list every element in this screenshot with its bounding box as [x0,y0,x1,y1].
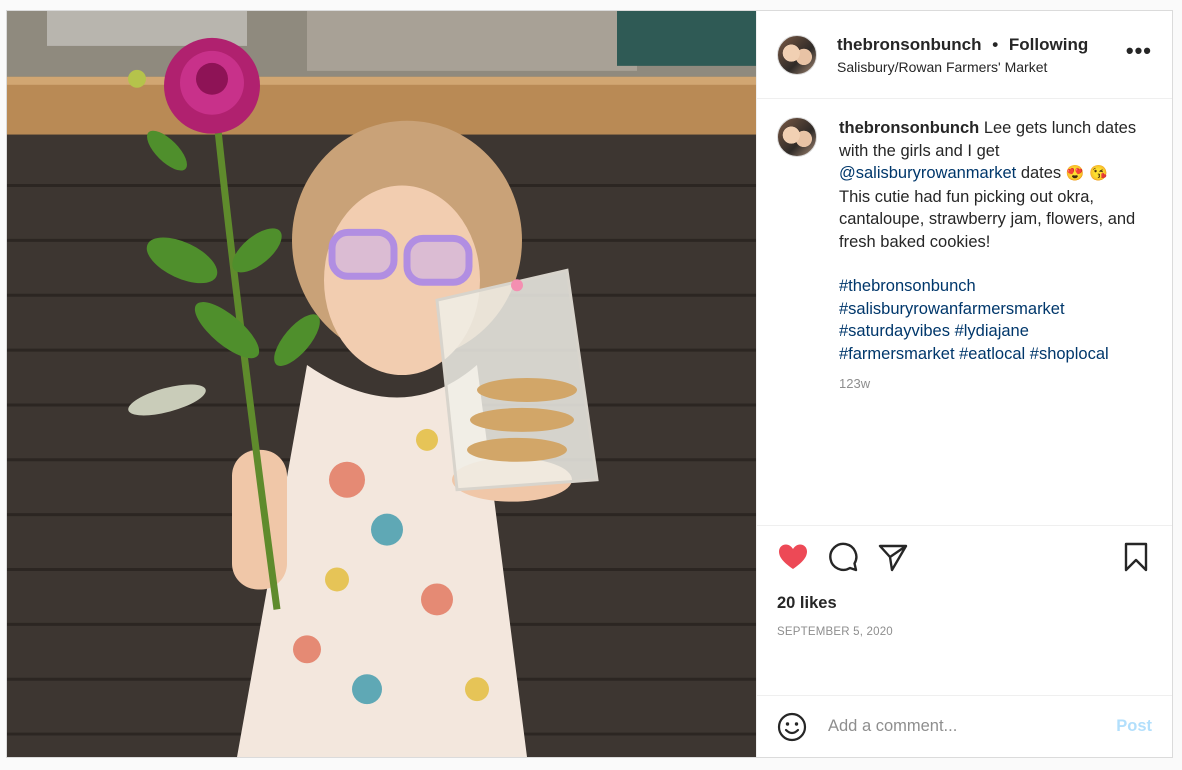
avatar[interactable] [777,117,817,157]
mention-link[interactable]: @salisburyrowanmarket [839,164,1016,182]
hashtag-link[interactable]: #salisburyrowanfarmersmarket [839,300,1065,318]
header-username[interactable]: thebronsonbunch [837,35,981,54]
caption-text: thebronsonbunch Lee gets lunch dates wit… [839,117,1139,253]
action-icons [777,540,1152,574]
comment-input[interactable] [826,716,1117,737]
caption-text-part: dates [1016,164,1066,182]
caption: thebronsonbunch Lee gets lunch dates wit… [839,117,1139,396]
caption-body: This cutie had fun picking out okra, can… [839,187,1136,251]
emoji-smile-icon[interactable] [777,712,807,742]
bookmark-icon[interactable] [1120,541,1152,573]
instagram-post: thebronsonbunch • Following Salisbury/Ro… [6,10,1173,758]
action-bar: 20 likes SEPTEMBER 5, 2020 [757,525,1172,695]
comment-icon[interactable] [827,541,859,573]
heart-eyes-emoji: 😍 [1065,165,1085,182]
comments-section: thebronsonbunch Lee gets lunch dates wit… [757,99,1172,525]
hashtag-link[interactable]: #shoplocal [1030,345,1109,363]
more-options-icon[interactable]: ••• [1124,38,1154,72]
kiss-emoji: 😘 [1089,165,1108,182]
hashtag-link[interactable]: #saturdayvibes [839,322,950,340]
likes-count[interactable]: 20 likes [777,594,1152,613]
share-icon[interactable] [877,541,909,573]
add-comment-bar: Post [757,695,1172,757]
header-line: thebronsonbunch • Following [837,35,1124,55]
avatar[interactable] [777,34,817,75]
header-text: thebronsonbunch • Following Salisbury/Ro… [837,35,1124,75]
heart-filled-icon[interactable] [777,541,809,573]
post-header: thebronsonbunch • Following Salisbury/Ro… [757,11,1172,99]
post-photo[interactable] [7,11,756,757]
separator-dot: • [992,34,999,54]
post-date: SEPTEMBER 5, 2020 [777,626,893,638]
hashtags: #thebronsonbunch #salisburyrowanfarmersm… [839,275,1139,365]
hashtag-link[interactable]: #farmersmarket [839,345,955,363]
post-details-panel: thebronsonbunch • Following Salisbury/Ro… [756,11,1172,757]
time-ago[interactable]: 123w [839,373,1139,396]
hashtag-link[interactable]: #thebronsonbunch [839,277,976,295]
following-button[interactable]: Following [1009,35,1088,54]
hashtag-link[interactable]: #lydiajane [955,322,1029,340]
girl-with-flower-and-cookies-photo [7,11,756,757]
hashtag-link[interactable]: #eatlocal [959,345,1025,363]
caption-username[interactable]: thebronsonbunch [839,119,979,137]
location-link[interactable]: Salisbury/Rowan Farmers' Market [837,59,1124,75]
post-comment-button[interactable]: Post [1116,717,1152,736]
